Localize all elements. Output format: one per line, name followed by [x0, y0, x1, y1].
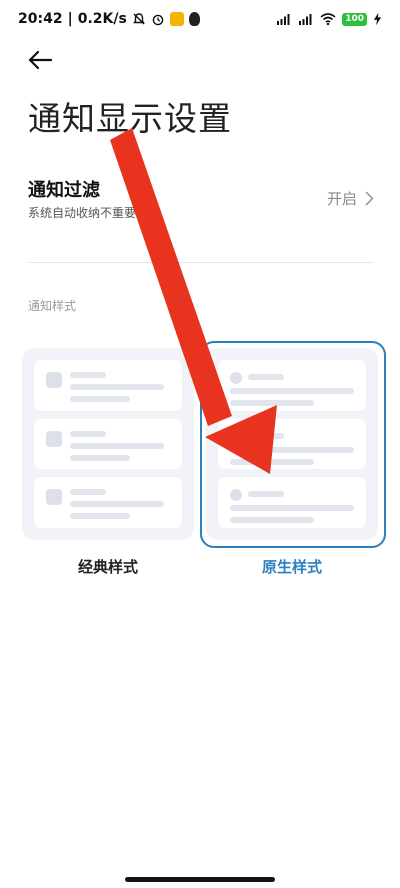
preview-app-icon	[46, 430, 62, 447]
preview-line	[70, 513, 130, 520]
filter-state: 开启	[327, 188, 374, 209]
separator: |	[67, 11, 73, 27]
signal-icon-2	[299, 14, 312, 25]
app-notification-icon	[169, 12, 184, 26]
qq-icon	[188, 12, 200, 26]
filter-state-value: 开启	[326, 190, 357, 208]
divider	[28, 262, 374, 263]
section-label-notification-style: 通知样式	[28, 299, 77, 313]
filter-description: 系统自动收纳不重要通知	[28, 206, 161, 220]
preview-line	[70, 384, 164, 390]
battery-icon: 100	[342, 12, 367, 26]
chevron-right-icon	[365, 191, 374, 206]
preview-app-icon	[46, 489, 62, 506]
status-bar: 20:42 | 0.2K/s 100	[0, 0, 400, 38]
network-speed: 0.2K/s	[77, 11, 127, 27]
preview-app-icon	[46, 372, 62, 388]
preview-line	[70, 442, 164, 449]
status-bar-left: 20:42 | 0.2K/s	[18, 11, 200, 27]
clock: 20:42	[18, 11, 63, 27]
filter-title: 通知过滤	[28, 180, 100, 201]
native-style-label[interactable]: 原生样式	[206, 556, 378, 577]
preview-notification	[34, 477, 182, 529]
preview-line	[70, 372, 106, 378]
preview-line	[70, 489, 106, 496]
notification-filter-row[interactable]: 通知过滤 系统自动收纳不重要通知 开启	[28, 170, 374, 230]
status-bar-right: 100	[276, 12, 382, 26]
back-button[interactable]	[24, 44, 56, 76]
charging-icon	[373, 12, 382, 26]
home-indicator[interactable]	[125, 877, 275, 882]
preview-line	[70, 430, 106, 437]
preview-notification	[34, 360, 182, 411]
page-title: 通知显示设置	[28, 99, 232, 138]
back-arrow-icon	[28, 50, 53, 70]
classic-style-label[interactable]: 经典样式	[22, 556, 194, 577]
alarm-icon	[152, 14, 164, 26]
classic-style-option[interactable]	[22, 348, 194, 540]
signal-icon	[277, 14, 290, 25]
preview-line	[70, 454, 130, 461]
preview-line	[70, 501, 164, 508]
preview-line	[70, 396, 130, 402]
mute-icon	[133, 13, 145, 25]
wifi-icon	[320, 13, 336, 26]
selected-indicator	[200, 341, 386, 548]
preview-notification	[34, 418, 182, 470]
